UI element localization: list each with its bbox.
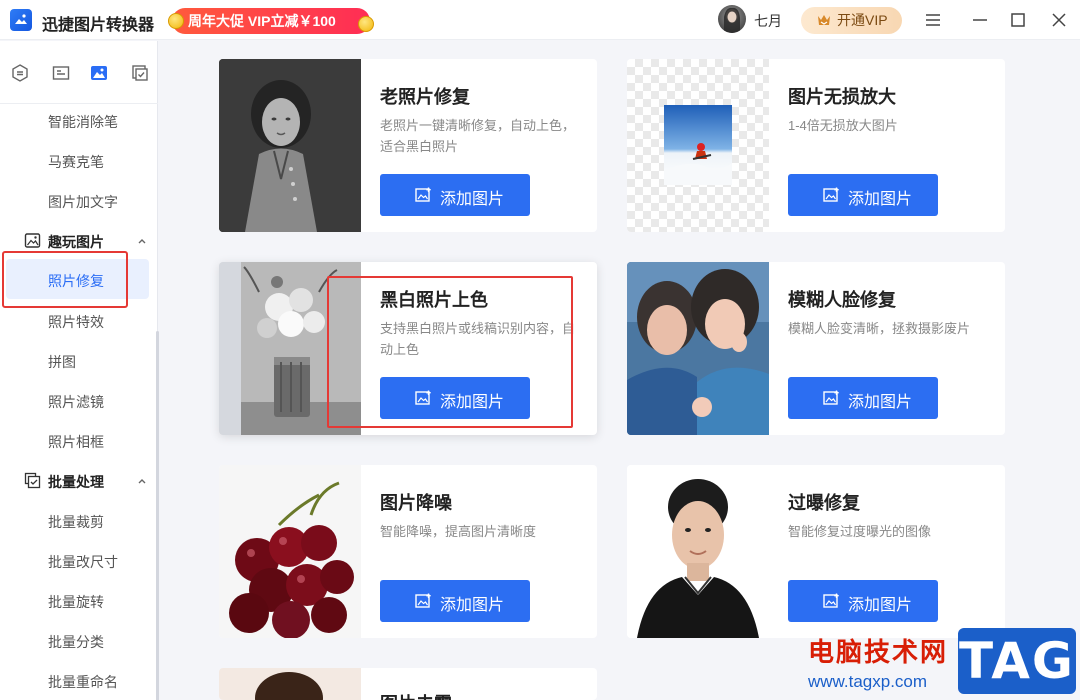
highlight-box (2, 251, 128, 308)
add-image-button[interactable]: 添加图片 (788, 174, 938, 216)
card-title: 模糊人脸修复 (788, 290, 896, 310)
minimize-icon[interactable] (970, 10, 990, 30)
add-image-button[interactable]: 添加图片 (380, 580, 530, 622)
close-icon[interactable] (1049, 10, 1069, 30)
card-old-photo-repair: 老照片修复 老照片一键清晰修复，自动上色，适合黑白照片 添加图片 (219, 59, 597, 232)
cherries-thumbnail (219, 465, 361, 638)
card-title: 图片降噪 (380, 493, 452, 513)
batch-icon (24, 472, 41, 489)
sidebar: 智能消除笔 马赛克笔 图片加文字 趣玩图片 照片修复 照片特效 拼图 照片滤镜 … (0, 41, 159, 700)
add-image-icon (415, 593, 431, 608)
upscale-thumbnail (627, 59, 769, 232)
vip-label: 开通VIP (837, 12, 888, 28)
old-photo-thumbnail (219, 59, 361, 232)
username[interactable]: 七月 (754, 11, 782, 31)
card-overexposure-fix: 过曝修复 智能修复过度曝光的图像 添加图片 (627, 465, 1005, 638)
card-title: 老照片修复 (380, 87, 470, 107)
portrait-thumbnail (627, 465, 769, 638)
blurry-couple-thumbnail (627, 262, 769, 435)
card-description: 智能降噪，提高图片清晰度 (380, 524, 537, 539)
sidebar-item-photo-frame[interactable]: 照片相框 (48, 432, 104, 452)
sidebar-item-photo-filter[interactable]: 照片滤镜 (48, 392, 104, 412)
convert-icon[interactable] (10, 63, 30, 83)
app-title: 迅捷图片转换器 (42, 17, 155, 34)
menu-icon[interactable] (923, 10, 943, 30)
watermark-tag-logo: TAG (958, 628, 1076, 694)
section-label: 趣玩图片 (48, 234, 104, 250)
add-image-button[interactable]: 添加图片 (788, 580, 938, 622)
app-logo-icon (10, 9, 32, 31)
card-description: 老照片一键清晰修复，自动上色，适合黑白照片 (380, 118, 576, 154)
maximize-icon[interactable] (1008, 10, 1028, 30)
section-label: 批量处理 (48, 474, 104, 490)
card-lossless-upscale: 图片无损放大 1-4倍无损放大图片 添加图片 (627, 59, 1005, 232)
add-image-label: 添加图片 (848, 597, 913, 614)
sidebar-scrollbar[interactable] (156, 331, 159, 700)
sidebar-item-batch-classify[interactable]: 批量分类 (48, 632, 104, 652)
add-image-icon (823, 390, 839, 405)
add-image-label: 添加图片 (440, 597, 505, 614)
card-title: 过曝修复 (788, 493, 860, 513)
card-description: 智能修复过度曝光的图像 (788, 524, 932, 539)
add-image-icon (415, 187, 431, 202)
crown-icon (818, 15, 830, 25)
chevron-up-icon (138, 239, 146, 244)
coin-icon (358, 16, 374, 32)
add-image-label: 添加图片 (440, 191, 505, 208)
watermark-text: 电脑技术网 (808, 637, 949, 667)
add-image-label: 添加图片 (848, 394, 913, 411)
batch-icon[interactable] (130, 63, 150, 83)
sidebar-tabs (0, 41, 158, 104)
sidebar-item-smart-eraser[interactable]: 智能消除笔 (48, 112, 118, 132)
defog-thumbnail (219, 668, 361, 700)
card-title: 图片去雾 (380, 690, 452, 700)
card-description: 模糊人脸变清晰，拯救摄影废片 (788, 321, 971, 336)
title-bar: 迅捷图片转换器 周年大促 VIP立减￥100 七月 开通VIP (0, 0, 1080, 40)
sidebar-item-batch-rotate[interactable]: 批量旋转 (48, 592, 104, 612)
add-image-label: 添加图片 (848, 191, 913, 208)
add-image-icon (823, 187, 839, 202)
sidebar-item-add-text[interactable]: 图片加文字 (48, 192, 118, 212)
watermark-url: www.tagxp.com (808, 672, 928, 691)
open-vip-button[interactable]: 开通VIP (801, 7, 902, 34)
sidebar-item-batch-crop[interactable]: 批量裁剪 (48, 512, 104, 532)
sidebar-item-batch-resize[interactable]: 批量改尺寸 (48, 552, 118, 572)
user-avatar[interactable] (718, 5, 746, 33)
promo-label: 周年大促 VIP立减￥100 (188, 13, 336, 29)
add-image-button[interactable]: 添加图片 (380, 174, 530, 216)
sidebar-item-collage[interactable]: 拼图 (48, 352, 76, 372)
add-image-button[interactable]: 添加图片 (788, 377, 938, 419)
sidebar-item-batch-rename[interactable]: 批量重命名 (48, 672, 118, 692)
add-image-icon (823, 593, 839, 608)
sidebar-item-mosaic[interactable]: 马赛克笔 (48, 152, 104, 172)
highlight-box (327, 276, 573, 428)
promo-banner[interactable]: 周年大促 VIP立减￥100 (168, 8, 374, 34)
card-denoise: 图片降噪 智能降噪，提高图片清晰度 添加图片 (219, 465, 597, 638)
card-title: 图片无损放大 (788, 87, 896, 107)
card-blurry-face-repair: 模糊人脸修复 模糊人脸变清晰，拯救摄影废片 添加图片 (627, 262, 1005, 435)
edit-icon[interactable] (51, 63, 71, 83)
image-icon[interactable] (89, 63, 109, 83)
card-description: 1-4倍无损放大图片 (788, 118, 898, 133)
picture-icon (24, 233, 41, 248)
coin-icon (168, 13, 184, 29)
card-defog: 图片去雾 (219, 668, 597, 700)
chevron-up-icon (138, 479, 146, 484)
sidebar-item-photo-effects[interactable]: 照片特效 (48, 312, 104, 332)
